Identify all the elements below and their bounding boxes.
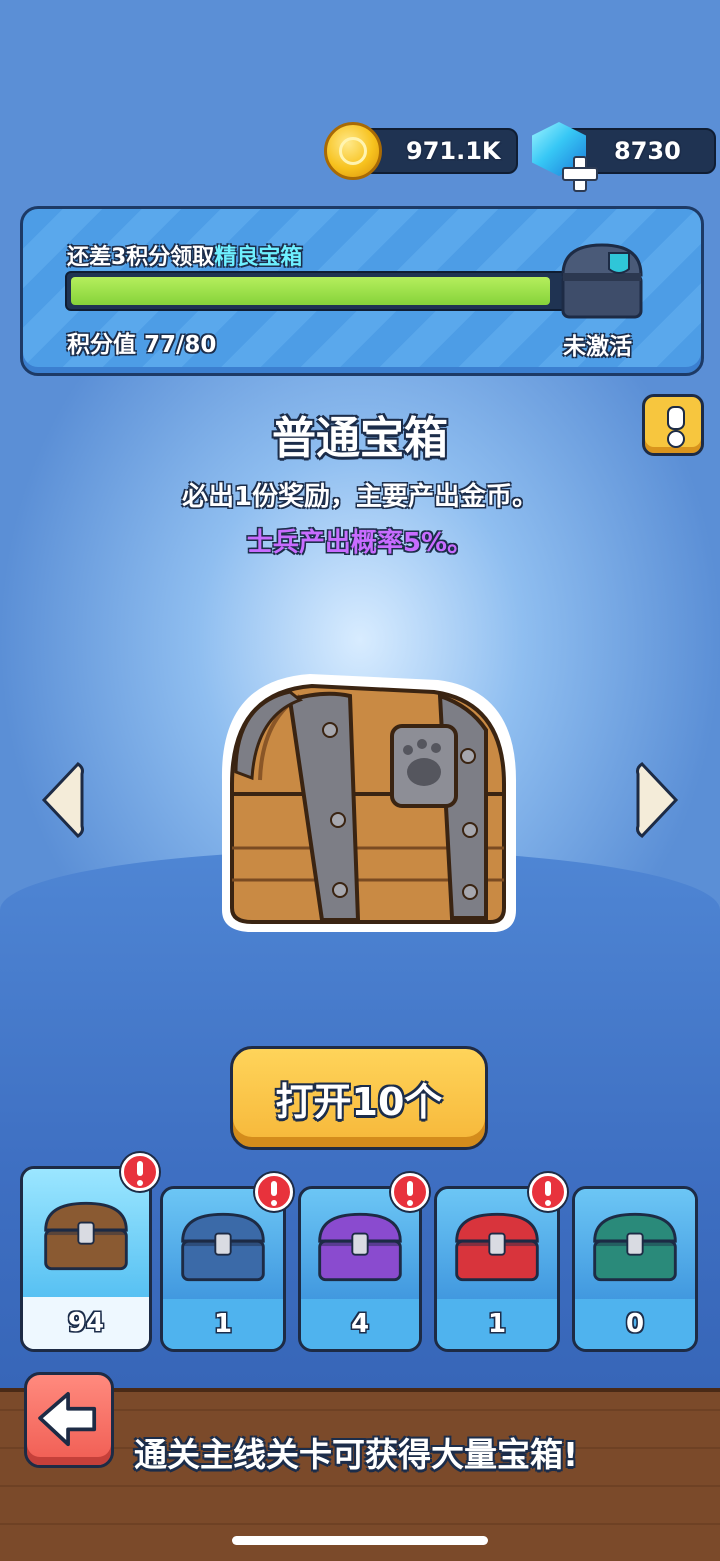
progress-title: 还差3积分领取精良宝箱	[67, 245, 303, 270]
chest-name: 普通宝箱	[272, 413, 448, 464]
footer-hint: 通关主线关卡可获得大量宝箱!	[134, 1435, 579, 1474]
chest-slot-count: 4	[301, 1299, 419, 1349]
chest-slot[interactable]: 1	[434, 1173, 567, 1352]
open-ten-label: 打开10个	[275, 1080, 443, 1124]
progress-bar	[65, 271, 575, 311]
chest-slot-image-area	[575, 1189, 695, 1305]
alert-icon	[255, 1173, 293, 1211]
chest-slot-image-area	[23, 1169, 149, 1303]
reward-chest-icon	[561, 243, 643, 319]
alert-icon	[529, 1173, 567, 1211]
points-label: 积分值 77/80	[67, 332, 217, 358]
coin-amount: 971.1K	[406, 137, 501, 165]
chest-slot-count: 94	[23, 1297, 149, 1349]
chest-slot-count: 0	[575, 1299, 695, 1349]
alert-icon	[121, 1153, 159, 1191]
chest-icon	[318, 1212, 402, 1282]
arrow-left-icon[interactable]	[36, 758, 86, 842]
gold-coin-icon	[324, 122, 382, 180]
chest-slot[interactable]: 0	[572, 1186, 698, 1352]
open-ten-button[interactable]: 打开10个	[230, 1046, 488, 1150]
chest-slot[interactable]: 1	[160, 1173, 293, 1352]
status-label: 未激活	[563, 334, 632, 360]
common-chest-image	[221, 674, 516, 932]
chest-icon	[181, 1212, 265, 1282]
chest-slot[interactable]: 94	[20, 1153, 159, 1352]
chest-slot-count: 1	[437, 1299, 557, 1349]
chest-icon	[593, 1212, 677, 1282]
home-indicator[interactable]	[232, 1536, 488, 1545]
chest-slot-count: 1	[163, 1299, 283, 1349]
alert-icon	[391, 1173, 429, 1211]
chest-icon	[455, 1212, 539, 1282]
gem-amount: 8730	[614, 137, 681, 165]
back-arrow-icon	[38, 1392, 97, 1447]
chest-slot[interactable]: 4	[298, 1173, 429, 1352]
arrow-right-icon[interactable]	[634, 758, 684, 842]
back-button[interactable]	[24, 1372, 114, 1468]
chest-progress-panel: 还差3积分领取精良宝箱 积分值 77/80 未激活	[20, 206, 704, 376]
chest-icon	[44, 1201, 128, 1271]
highlight-chest-name: 精良宝箱	[214, 245, 303, 270]
chest-description: 必出1份奖励，主要产出金币。	[181, 482, 539, 512]
progress-bar-fill	[71, 277, 550, 305]
plus-icon[interactable]	[562, 156, 598, 192]
soldier-drop-rate: 士兵产出概率5%。	[246, 528, 474, 558]
